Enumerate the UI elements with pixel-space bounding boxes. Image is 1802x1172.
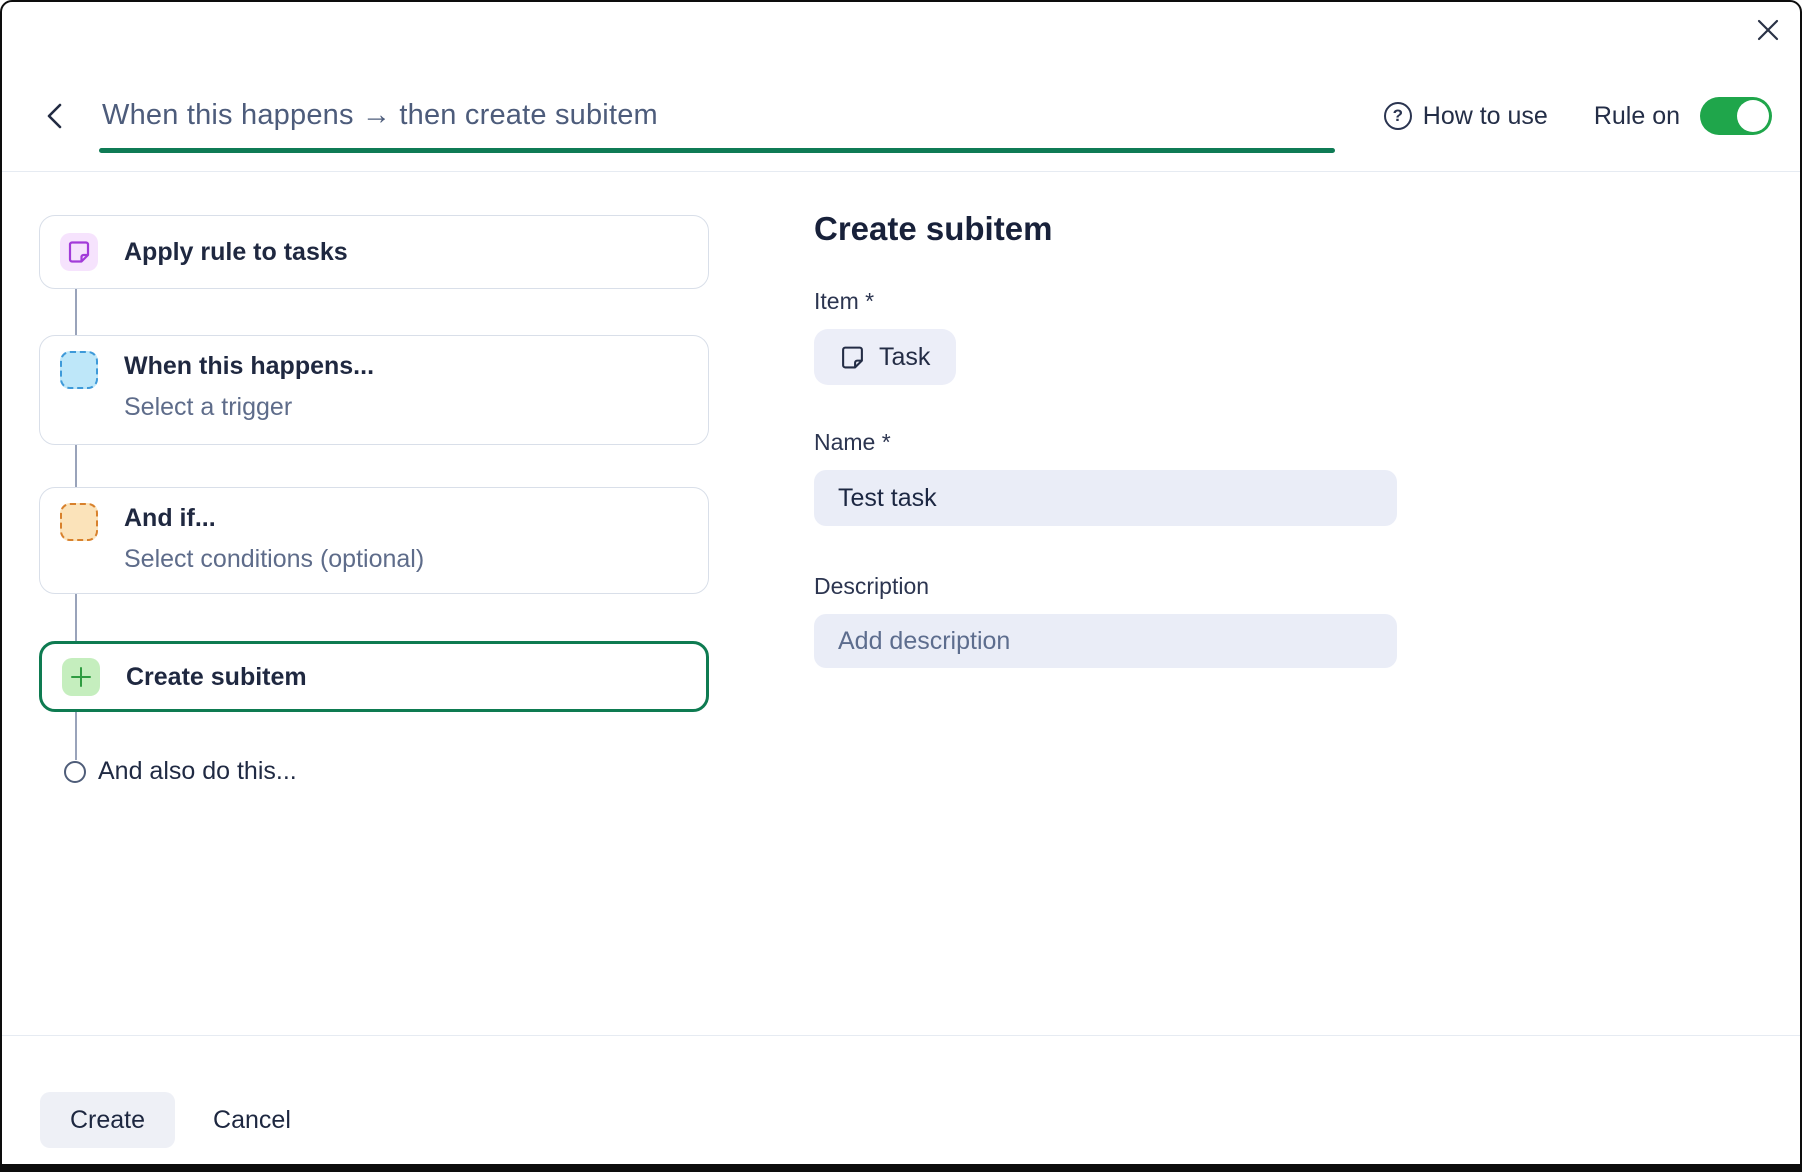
- flow-connector: [75, 712, 77, 760]
- empty-circle-icon: [64, 761, 86, 783]
- flow-step-subtitle: Select a trigger: [124, 392, 374, 422]
- footer-divider: [2, 1035, 1800, 1036]
- item-selector-chip[interactable]: Task: [814, 329, 956, 385]
- toggle-knob: [1737, 100, 1769, 132]
- add-step-label: And also do this...: [98, 757, 297, 786]
- rule-title-underline: [99, 148, 1335, 153]
- create-button[interactable]: Create: [40, 1092, 175, 1148]
- flow-connector: [75, 289, 77, 335]
- question-mark-icon: ?: [1384, 102, 1412, 130]
- description-field-label: Description: [814, 573, 1397, 600]
- flow-step-conditions[interactable]: And if... Select conditions (optional): [39, 487, 709, 594]
- create-subitem-panel: Create subitem Item * Task Name * Descri…: [814, 210, 1397, 668]
- how-to-use-button[interactable]: ? How to use: [1384, 102, 1548, 131]
- window-bottom-edge: [2, 1164, 1800, 1170]
- plus-icon: [62, 658, 100, 696]
- task-icon: [60, 233, 98, 271]
- flow-step-apply-rule[interactable]: Apply rule to tasks: [39, 215, 709, 289]
- item-field-label: Item *: [814, 288, 1397, 315]
- flow-step-title: When this happens...: [124, 351, 374, 381]
- panel-heading: Create subitem: [814, 210, 1397, 248]
- footer-actions: Create Cancel: [40, 1092, 291, 1148]
- flow-connector: [75, 445, 77, 487]
- flow-step-title: Apply rule to tasks: [124, 237, 348, 267]
- flow-step-create-subitem[interactable]: Create subitem: [39, 641, 709, 712]
- how-to-use-label: How to use: [1423, 102, 1548, 131]
- chevron-left-icon: [43, 101, 69, 131]
- header-controls: ? How to use Rule on: [1384, 94, 1772, 138]
- rule-title[interactable]: When this happens → then create subitem: [99, 96, 1335, 134]
- back-button[interactable]: [40, 100, 72, 132]
- item-value: Task: [879, 343, 930, 372]
- task-icon: [840, 345, 865, 370]
- cancel-button[interactable]: Cancel: [213, 1106, 291, 1135]
- rule-on-toggle[interactable]: [1700, 97, 1772, 135]
- name-input[interactable]: [814, 470, 1397, 526]
- close-button[interactable]: [1750, 12, 1786, 48]
- name-field-label: Name *: [814, 429, 1397, 456]
- rule-on-label: Rule on: [1594, 102, 1680, 131]
- add-step-button[interactable]: And also do this...: [64, 757, 297, 786]
- close-icon: [1755, 17, 1781, 43]
- flow-step-trigger[interactable]: When this happens... Select a trigger: [39, 335, 709, 445]
- flow-step-title: Create subitem: [126, 662, 307, 692]
- condition-placeholder-icon: [60, 503, 98, 541]
- trigger-placeholder-icon: [60, 351, 98, 389]
- description-input[interactable]: [814, 614, 1397, 668]
- header-divider: [2, 171, 1800, 172]
- rule-title-field[interactable]: When this happens → then create subitem: [99, 96, 1335, 153]
- rule-builder-modal: When this happens → then create subitem …: [0, 0, 1802, 1172]
- flow-step-subtitle: Select conditions (optional): [124, 544, 424, 574]
- flow-step-title: And if...: [124, 503, 424, 533]
- flow-connector: [75, 594, 77, 641]
